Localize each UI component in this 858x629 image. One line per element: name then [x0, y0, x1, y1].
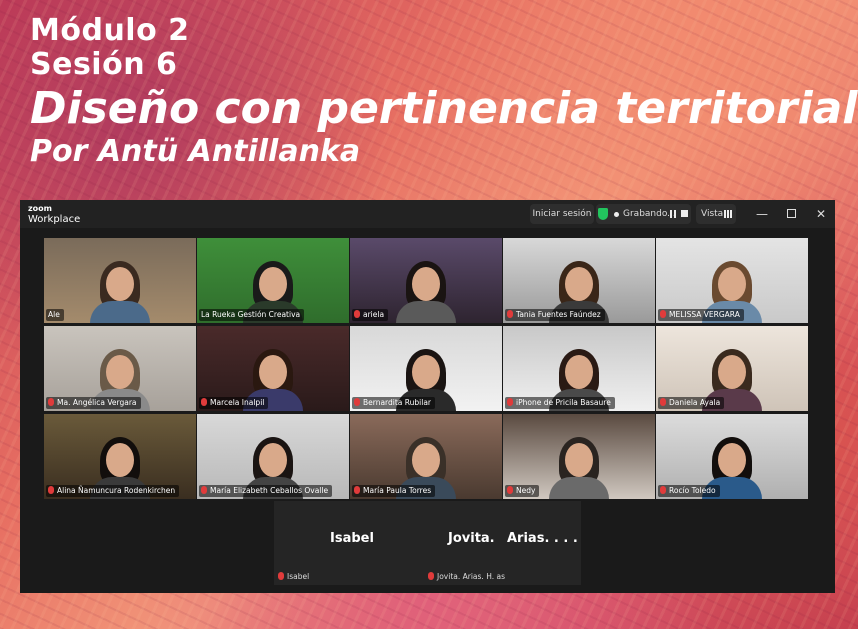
- participant-name: María Elizabeth Ceballos Ovalle: [210, 486, 329, 495]
- participant-name-label: ariela: [352, 309, 389, 321]
- participant-name: Ale: [48, 310, 60, 319]
- zoom-titlebar: zoom Workplace Iniciar sesión Grabando..…: [20, 200, 835, 228]
- participant-tile[interactable]: Marcela Inalpil: [197, 326, 349, 411]
- participant-video: [549, 437, 609, 499]
- participant-label: Isabel: [278, 572, 309, 582]
- muted-mic-icon: [201, 486, 207, 494]
- slide-header: Módulo 2 Sesión 6 Diseño con pertinencia…: [30, 14, 857, 170]
- participant-tile[interactable]: Ma. Angélica Vergara: [44, 326, 196, 411]
- participant-name: María Paula Torres: [363, 486, 432, 495]
- participant-name-label: MELISSA VERGARA: [658, 309, 744, 321]
- maximize-icon: [786, 209, 796, 218]
- participant-tile[interactable]: Bernardita Rubilar: [350, 326, 502, 411]
- zoom-logo: zoom Workplace: [28, 203, 80, 225]
- participant-name-label: La Rueka Gestión Creativa: [199, 309, 305, 321]
- participant-name: Tania Fuentes Faúndez: [516, 310, 601, 319]
- maximize-button[interactable]: [782, 205, 800, 223]
- close-button[interactable]: ✕: [812, 205, 830, 223]
- participant-name: ariela: [363, 310, 385, 319]
- minimize-button[interactable]: —: [753, 205, 771, 223]
- pause-icon[interactable]: [670, 210, 676, 218]
- module-label: Módulo 2: [30, 13, 190, 48]
- participant-name-label: Ma. Angélica Vergara: [46, 397, 141, 409]
- participant-name: MELISSA VERGARA: [669, 310, 740, 319]
- participant-name-label: Rocío Toledo: [658, 485, 720, 497]
- participant-name-label: Nedy: [505, 485, 540, 497]
- participant-name: Marcela Inalpil: [210, 398, 265, 407]
- participant-tile[interactable]: La Rueka Gestión Creativa: [197, 238, 349, 323]
- video-gallery: Ale La Rueka Gestión Creativa ariela Tania …: [44, 238, 811, 500]
- muted-mic-icon: [201, 398, 207, 406]
- logo-text-workplace: Workplace: [28, 214, 81, 225]
- participant-tile[interactable]: iPhone de Pricila Basaure: [503, 326, 655, 411]
- muted-mic-icon: [507, 486, 513, 494]
- signin-button[interactable]: Iniciar sesión: [530, 204, 594, 224]
- slide-author: Por Antü Antillanka: [30, 134, 361, 169]
- participant-tile[interactable]: Ale: [44, 238, 196, 323]
- view-button[interactable]: Vista: [696, 204, 736, 224]
- participant-video: [90, 261, 150, 323]
- zoom-window: zoom Workplace Iniciar sesión Grabando..…: [20, 200, 835, 593]
- muted-mic-icon: [354, 310, 360, 318]
- muted-mic-icon: [428, 572, 434, 580]
- recording-label: Grabando...: [623, 209, 676, 219]
- participant-tile[interactable]: María Elizabeth Ceballos Ovalle: [197, 414, 349, 499]
- participant-tile[interactable]: Alina Ñamuncura Rodenkirchen: [44, 414, 196, 499]
- participant-name-label: Bernardita Rubilar: [352, 397, 436, 409]
- participant-name: iPhone de Pricila Basaure: [516, 398, 611, 407]
- participant-label: Jovita. Arias. H. as: [428, 572, 505, 582]
- participant-name: Alina Ñamuncura Rodenkirchen: [57, 486, 176, 495]
- record-dot-icon: [614, 212, 619, 217]
- participant-name-label: María Paula Torres: [352, 485, 436, 497]
- grid-icon: [724, 210, 732, 218]
- muted-mic-icon: [660, 310, 666, 318]
- view-label: Vista: [701, 209, 724, 219]
- muted-mic-icon: [660, 398, 666, 406]
- logo-text-zoom: zoom: [28, 204, 52, 213]
- participant-tile[interactable]: María Paula Torres: [350, 414, 502, 499]
- participant-name: Bernardita Rubilar: [363, 398, 432, 407]
- slide-title: Diseño con pertinencia territorial: [30, 83, 858, 134]
- participant-name-center: Arias. . . .: [507, 531, 578, 546]
- participant-name: Daniela Ayala: [669, 398, 721, 407]
- participant-tile[interactable]: Nedy: [503, 414, 655, 499]
- no-video-tile[interactable]: Isabel Jovita. Arias. . . . Isabel Jovit…: [274, 501, 581, 585]
- session-label: Sesión 6: [30, 47, 178, 82]
- participant-name-label: María Elizabeth Ceballos Ovalle: [199, 485, 333, 497]
- participant-name-label: iPhone de Pricila Basaure: [505, 397, 615, 409]
- participant-name-label: Tania Fuentes Faúndez: [505, 309, 605, 321]
- participant-label-text: Jovita. Arias. H. as: [437, 572, 505, 581]
- participant-tile[interactable]: ariela: [350, 238, 502, 323]
- muted-mic-icon: [354, 398, 360, 406]
- muted-mic-icon: [48, 398, 54, 406]
- participant-name: Rocío Toledo: [669, 486, 716, 495]
- participant-name: Nedy: [516, 486, 536, 495]
- participant-name: Ma. Angélica Vergara: [57, 398, 137, 407]
- muted-mic-icon: [354, 486, 360, 494]
- participant-tile[interactable]: Tania Fuentes Faúndez: [503, 238, 655, 323]
- shield-icon: [598, 208, 608, 220]
- participant-tile[interactable]: Daniela Ayala: [656, 326, 808, 411]
- muted-mic-icon: [660, 486, 666, 494]
- muted-mic-icon: [507, 310, 513, 318]
- participant-tile[interactable]: MELISSA VERGARA: [656, 238, 808, 323]
- muted-mic-icon: [507, 398, 513, 406]
- participant-name-label: Marcela Inalpil: [199, 397, 269, 409]
- participant-name-label: Ale: [46, 309, 64, 321]
- participant-tile[interactable]: Rocío Toledo: [656, 414, 808, 499]
- participant-video: [396, 261, 456, 323]
- recording-indicator[interactable]: Grabando...: [596, 204, 691, 224]
- participant-name-center: Isabel: [330, 531, 374, 546]
- muted-mic-icon: [48, 486, 54, 494]
- participant-name-label: Alina Ñamuncura Rodenkirchen: [46, 485, 180, 497]
- participant-name: La Rueka Gestión Creativa: [201, 310, 301, 319]
- stop-icon[interactable]: [681, 210, 688, 217]
- muted-mic-icon: [278, 572, 284, 580]
- participant-label-text: Isabel: [287, 572, 310, 581]
- participant-name-label: Daniela Ayala: [658, 397, 725, 409]
- participant-name-center: Jovita.: [448, 531, 495, 546]
